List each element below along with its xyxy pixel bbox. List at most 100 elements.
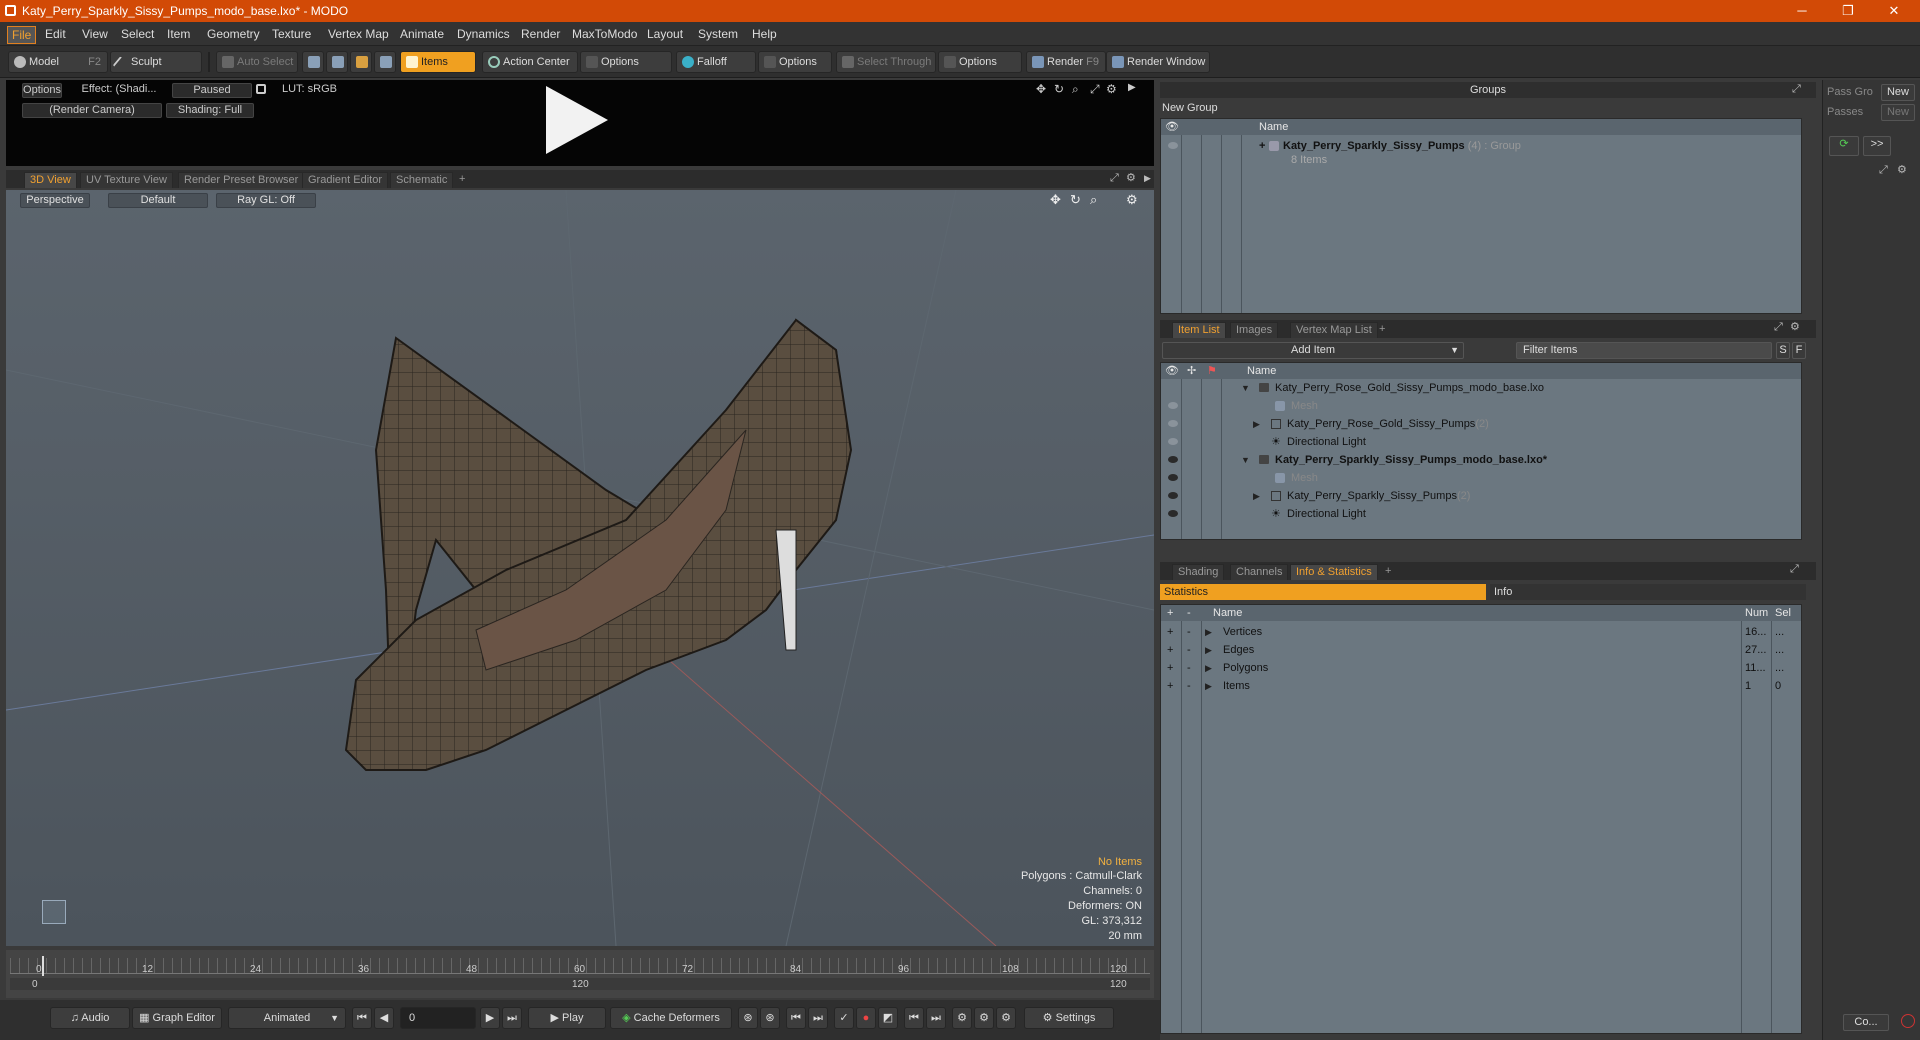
itemlist-name-column[interactable]: Name: [1247, 363, 1276, 379]
expand-triangle-icon[interactable]: ▶: [1205, 623, 1212, 641]
menu-dynamics[interactable]: Dynamics: [453, 26, 514, 42]
timeline-playhead[interactable]: [42, 956, 44, 976]
remove-icon[interactable]: -: [1187, 623, 1191, 641]
render-window-button[interactable]: Render Window: [1106, 51, 1210, 73]
menu-vertex-map[interactable]: Vertex Map: [324, 26, 393, 42]
next-key-button[interactable]: ⏭: [808, 1007, 828, 1029]
visibility-eye-icon[interactable]: [1168, 402, 1178, 409]
shading-dropdown[interactable]: Shading: Full: [166, 103, 254, 118]
last-frame-button[interactable]: ⏭: [502, 1007, 522, 1029]
stats-name-column[interactable]: Name: [1213, 605, 1242, 621]
preview-paused-button[interactable]: Paused: [172, 83, 252, 98]
visibility-eye-icon[interactable]: [1168, 510, 1178, 517]
stop-icon[interactable]: [1901, 1014, 1915, 1028]
menu-geometry[interactable]: Geometry: [203, 26, 264, 42]
key-options-button[interactable]: ◩: [878, 1007, 898, 1029]
stats-row-items[interactable]: + - ▶ Items 1 0: [1161, 677, 1801, 695]
tab-3d-view[interactable]: 3D View: [24, 172, 77, 188]
settings-button[interactable]: ⚙ Settings: [1024, 1007, 1114, 1029]
visibility-eye-icon[interactable]: [1168, 492, 1178, 499]
info-tab[interactable]: Info: [1490, 584, 1806, 600]
remove-icon[interactable]: -: [1187, 677, 1191, 695]
lock-icon[interactable]: [256, 84, 266, 94]
tab-vertex-map-list[interactable]: Vertex Map List: [1290, 322, 1378, 338]
filter-items-input[interactable]: Filter Items: [1516, 342, 1772, 359]
vertices-mode-button[interactable]: [302, 51, 324, 73]
remove-icon[interactable]: -: [1187, 659, 1191, 677]
add-icon[interactable]: +: [1167, 677, 1173, 695]
new-pass-button[interactable]: New: [1881, 104, 1915, 121]
raygl-toggle[interactable]: Ray GL: Off: [216, 193, 316, 208]
visibility-eye-icon[interactable]: [1168, 456, 1178, 463]
tab-uv-texture-view[interactable]: UV Texture View: [80, 172, 173, 188]
fit-icon[interactable]: ⤢: [1090, 82, 1100, 97]
viewport-gear-icon[interactable]: ⚙: [1126, 171, 1136, 184]
new-group-button[interactable]: New Group: [1160, 100, 1240, 116]
viewport-rotate-icon[interactable]: ↻: [1070, 192, 1081, 208]
first-frame-button[interactable]: ⏮: [352, 1007, 372, 1029]
list-item[interactable]: ▶ Katy_Perry_Sparkly_Sissy_Pumps(2): [1161, 487, 1801, 505]
list-item[interactable]: ☀ Directional Light: [1161, 505, 1801, 523]
expand-triangle-icon[interactable]: ▶: [1205, 641, 1212, 659]
add-icon[interactable]: +: [1167, 623, 1173, 641]
preview-effect-dropdown[interactable]: Effect: (Shadi...: [74, 83, 164, 98]
menu-render[interactable]: Render: [517, 26, 564, 42]
refresh-icon[interactable]: ⟳: [1829, 136, 1859, 156]
expand-triangle-icon[interactable]: ▶: [1205, 659, 1212, 677]
add-tab-button[interactable]: +: [454, 172, 470, 188]
tab-item-list[interactable]: Item List: [1172, 322, 1226, 338]
play-preview-icon[interactable]: [546, 86, 608, 154]
perspective-dropdown[interactable]: Perspective: [20, 193, 90, 208]
viewport-zoom-icon[interactable]: ⌕: [1090, 192, 1097, 208]
filter-f-button[interactable]: F: [1792, 342, 1806, 359]
strip-expand-icon[interactable]: ⤢: [1879, 164, 1888, 177]
play-button[interactable]: ▶ Play: [528, 1007, 606, 1029]
new-pass-group-button[interactable]: New: [1881, 84, 1915, 101]
more-button[interactable]: >>: [1863, 136, 1891, 156]
tab-shading[interactable]: Shading: [1172, 564, 1225, 580]
menu-layout[interactable]: Layout: [643, 26, 687, 42]
add-item-button[interactable]: Add Item ▼: [1162, 342, 1464, 359]
expand-arrow-icon[interactable]: ▶: [1128, 82, 1136, 93]
3d-viewport[interactable]: Perspective Default Ray GL: Off ✥ ↻ ⌕ ⚙ …: [6, 190, 1154, 946]
falloff-options-button[interactable]: Options: [758, 51, 832, 73]
action-center-button[interactable]: Action Center: [482, 51, 578, 73]
itemlist-gear-icon[interactable]: ⚙: [1790, 320, 1800, 333]
tab-info-statistics[interactable]: Info & Statistics: [1290, 564, 1378, 580]
menu-item[interactable]: Item: [163, 26, 194, 42]
tool-button[interactable]: ⚙: [974, 1007, 994, 1029]
menu-texture[interactable]: Texture: [268, 26, 315, 42]
close-button[interactable]: ✕: [1874, 2, 1914, 20]
stats-row-edges[interactable]: + - ▶ Edges 27......: [1161, 641, 1801, 659]
menu-select[interactable]: Select: [117, 26, 158, 42]
item-list[interactable]: 👁 ✢ ⚑ Name ▼ Katy_Perry_Rose_Gold_Sissy_P…: [1160, 362, 1802, 540]
falloff-button[interactable]: Falloff: [676, 51, 756, 73]
collapse-all-icon[interactable]: -: [1187, 605, 1191, 621]
model-mode-button[interactable]: Model F2: [8, 51, 108, 73]
next-marker-button[interactable]: ⏭: [926, 1007, 946, 1029]
list-item[interactable]: ▼ Katy_Perry_Rose_Gold_Sissy_Pumps_modo_b…: [1161, 379, 1801, 397]
stats-row-polygons[interactable]: + - ▶ Polygons 11......: [1161, 659, 1801, 677]
items-mode-button[interactable]: Items: [400, 51, 476, 73]
menu-animate[interactable]: Animate: [396, 26, 448, 42]
record-button[interactable]: ●: [856, 1007, 876, 1029]
graph-editor-button[interactable]: ▦ Graph Editor: [132, 1007, 222, 1029]
viewport-settings-icon[interactable]: ⚙: [1126, 192, 1138, 208]
visibility-eye-icon[interactable]: [1168, 420, 1178, 427]
menu-help[interactable]: Help: [748, 26, 781, 42]
itemlist-expand-icon[interactable]: ⤢: [1774, 321, 1783, 334]
tab-images[interactable]: Images: [1230, 322, 1279, 338]
groups-expand-icon[interactable]: ⤢: [1792, 83, 1801, 96]
menu-maxtomodo[interactable]: MaxToModo: [568, 26, 641, 42]
expand-triangle-icon[interactable]: ▶: [1253, 415, 1260, 433]
animated-dropdown[interactable]: Animated ▼: [228, 1007, 346, 1029]
tool-button[interactable]: ⚙: [996, 1007, 1016, 1029]
collapse-triangle-icon[interactable]: ▼: [1241, 451, 1250, 469]
action-center-options-button[interactable]: Options: [580, 51, 672, 73]
tab-channels[interactable]: Channels: [1230, 564, 1289, 580]
list-item[interactable]: Mesh: [1161, 469, 1801, 487]
gear-icon[interactable]: ⚙: [1106, 82, 1117, 96]
collapse-triangle-icon[interactable]: ▼: [1241, 379, 1250, 397]
groups-name-column[interactable]: Name: [1259, 119, 1288, 135]
viewport-pan-icon[interactable]: ✥: [1050, 192, 1061, 208]
